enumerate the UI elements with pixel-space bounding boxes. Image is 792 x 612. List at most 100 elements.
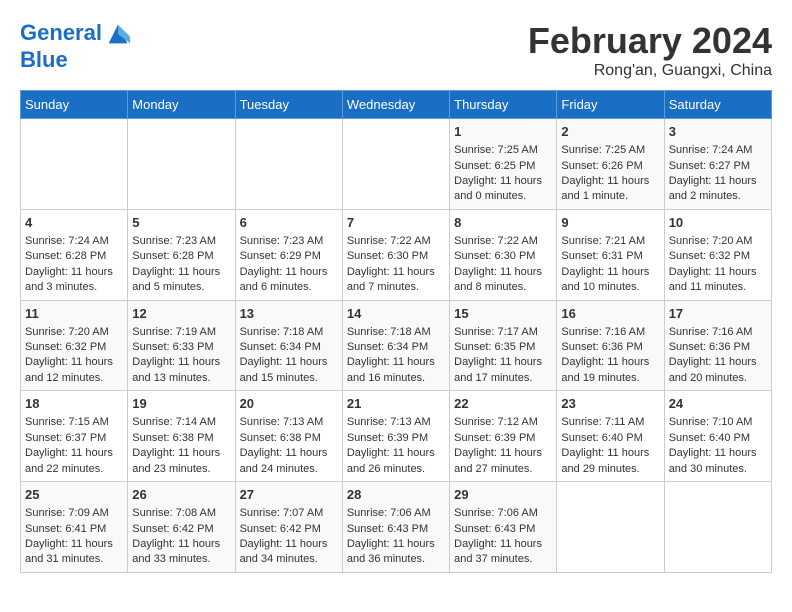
calendar-cell: 18Sunrise: 7:15 AMSunset: 6:37 PMDayligh… [21, 391, 128, 482]
day-content: Sunset: 6:26 PM [561, 159, 659, 174]
day-content: Sunrise: 7:24 AM [25, 234, 123, 249]
day-number: 22 [454, 395, 552, 413]
day-content: Sunset: 6:28 PM [25, 249, 123, 264]
calendar-cell: 26Sunrise: 7:08 AMSunset: 6:42 PMDayligh… [128, 482, 235, 573]
calendar-cell: 20Sunrise: 7:13 AMSunset: 6:38 PMDayligh… [235, 391, 342, 482]
day-content: Sunrise: 7:16 AM [669, 325, 767, 340]
day-content: Daylight: 11 hours and 36 minutes. [347, 537, 445, 568]
day-content: Sunrise: 7:23 AM [240, 234, 338, 249]
day-content: Daylight: 11 hours and 1 minute. [561, 174, 659, 205]
calendar-week-row: 11Sunrise: 7:20 AMSunset: 6:32 PMDayligh… [21, 300, 772, 391]
day-number: 15 [454, 305, 552, 323]
day-content: Sunset: 6:37 PM [25, 431, 123, 446]
day-number: 1 [454, 123, 552, 141]
logo: General Blue [20, 20, 132, 72]
calendar-body: 1Sunrise: 7:25 AMSunset: 6:25 PMDaylight… [21, 119, 772, 573]
day-content: Daylight: 11 hours and 10 minutes. [561, 265, 659, 296]
calendar-cell [664, 482, 771, 573]
day-content: Sunrise: 7:21 AM [561, 234, 659, 249]
calendar-cell: 28Sunrise: 7:06 AMSunset: 6:43 PMDayligh… [342, 482, 449, 573]
day-content: Sunset: 6:38 PM [132, 431, 230, 446]
day-number: 10 [669, 214, 767, 232]
calendar-cell: 1Sunrise: 7:25 AMSunset: 6:25 PMDaylight… [450, 119, 557, 210]
day-number: 7 [347, 214, 445, 232]
day-number: 20 [240, 395, 338, 413]
day-number: 16 [561, 305, 659, 323]
calendar-header: SundayMondayTuesdayWednesdayThursdayFrid… [21, 91, 772, 119]
day-content: Sunrise: 7:14 AM [132, 415, 230, 430]
day-content: Sunset: 6:29 PM [240, 249, 338, 264]
day-content: Daylight: 11 hours and 12 minutes. [25, 355, 123, 386]
day-content: Sunset: 6:39 PM [454, 431, 552, 446]
day-number: 25 [25, 486, 123, 504]
calendar-cell: 22 Sunrise: 7:12 AMSunset: 6:39 PMDayligh… [450, 391, 557, 482]
day-number: 4 [25, 214, 123, 232]
day-content: Sunrise: 7:19 AM [132, 325, 230, 340]
day-number: 29 [454, 486, 552, 504]
day-content: Sunset: 6:31 PM [561, 249, 659, 264]
day-content: Daylight: 11 hours and 19 minutes. [561, 355, 659, 386]
day-number: 18 [25, 395, 123, 413]
day-content: Sunrise: 7:25 AM [454, 143, 552, 158]
calendar-week-row: 25Sunrise: 7:09 AMSunset: 6:41 PMDayligh… [21, 482, 772, 573]
calendar-cell: 6Sunrise: 7:23 AMSunset: 6:29 PMDaylight… [235, 209, 342, 300]
day-content: Sunset: 6:30 PM [347, 249, 445, 264]
header-row: SundayMondayTuesdayWednesdayThursdayFrid… [21, 91, 772, 119]
day-content: Daylight: 11 hours and 8 minutes. [454, 265, 552, 296]
day-content: Daylight: 11 hours and 11 minutes. [669, 265, 767, 296]
day-content: Sunrise: 7:16 AM [561, 325, 659, 340]
logo-text: General [20, 20, 132, 48]
location: Rong'an, Guangxi, China [528, 62, 772, 80]
day-header: Saturday [664, 91, 771, 119]
day-content: Daylight: 11 hours and 22 minutes. [25, 446, 123, 477]
day-content: Daylight: 11 hours and 3 minutes. [25, 265, 123, 296]
calendar-cell [342, 119, 449, 210]
day-content: Sunset: 6:32 PM [669, 249, 767, 264]
day-content: Sunrise: 7:20 AM [669, 234, 767, 249]
day-content: Sunset: 6:42 PM [132, 522, 230, 537]
day-content: Daylight: 11 hours and 27 minutes. [454, 446, 552, 477]
day-content: Daylight: 11 hours and 13 minutes. [132, 355, 230, 386]
day-content: Sunrise: 7:13 AM [240, 415, 338, 430]
day-content: Sunset: 6:43 PM [347, 522, 445, 537]
day-content: Sunset: 6:32 PM [25, 340, 123, 355]
day-content: Sunset: 6:35 PM [454, 340, 552, 355]
calendar-cell: 9Sunrise: 7:21 AMSunset: 6:31 PMDaylight… [557, 209, 664, 300]
calendar-cell: 12Sunrise: 7:19 AMSunset: 6:33 PMDayligh… [128, 300, 235, 391]
calendar-cell: 16Sunrise: 7:16 AMSunset: 6:36 PMDayligh… [557, 300, 664, 391]
day-content: Sunrise: 7:06 AM [454, 506, 552, 521]
day-content: Daylight: 11 hours and 16 minutes. [347, 355, 445, 386]
calendar-cell: 3Sunrise: 7:24 AMSunset: 6:27 PMDaylight… [664, 119, 771, 210]
calendar-cell: 10 Sunrise: 7:20 AMSunset: 6:32 PMDayligh… [664, 209, 771, 300]
calendar-cell: 21Sunrise: 7:13 AMSunset: 6:39 PMDayligh… [342, 391, 449, 482]
day-content: Daylight: 11 hours and 7 minutes. [347, 265, 445, 296]
day-content: Sunset: 6:43 PM [454, 522, 552, 537]
day-content: Daylight: 11 hours and 23 minutes. [132, 446, 230, 477]
day-content: Sunrise: 7:07 AM [240, 506, 338, 521]
day-content: Sunrise: 7:13 AM [347, 415, 445, 430]
calendar-cell: 7Sunrise: 7:22 AMSunset: 6:30 PMDaylight… [342, 209, 449, 300]
day-header: Wednesday [342, 91, 449, 119]
day-content: Daylight: 11 hours and 0 minutes. [454, 174, 552, 205]
day-content: Sunrise: 7:10 AM [669, 415, 767, 430]
day-number: 23 [561, 395, 659, 413]
day-content: Daylight: 11 hours and 24 minutes. [240, 446, 338, 477]
day-content: Sunset: 6:40 PM [561, 431, 659, 446]
day-number: 2 [561, 123, 659, 141]
day-header: Sunday [21, 91, 128, 119]
day-content: Sunset: 6:33 PM [132, 340, 230, 355]
day-number: 8 [454, 214, 552, 232]
day-number: 6 [240, 214, 338, 232]
day-header: Monday [128, 91, 235, 119]
day-number: 17 [669, 305, 767, 323]
day-content: Sunrise: 7:12 AM [454, 415, 552, 430]
day-content: Sunrise: 7:09 AM [25, 506, 123, 521]
day-content: Sunset: 6:39 PM [347, 431, 445, 446]
day-content: Daylight: 11 hours and 29 minutes. [561, 446, 659, 477]
day-content: Sunrise: 7:22 AM [454, 234, 552, 249]
day-content: Sunset: 6:30 PM [454, 249, 552, 264]
calendar-cell: 2Sunrise: 7:25 AMSunset: 6:26 PMDaylight… [557, 119, 664, 210]
calendar-cell: 14Sunrise: 7:18 AMSunset: 6:34 PMDayligh… [342, 300, 449, 391]
page-header: General Blue February 2024 Rong'an, Guan… [20, 20, 772, 80]
calendar-cell: 15Sunrise: 7:17 AMSunset: 6:35 PMDayligh… [450, 300, 557, 391]
